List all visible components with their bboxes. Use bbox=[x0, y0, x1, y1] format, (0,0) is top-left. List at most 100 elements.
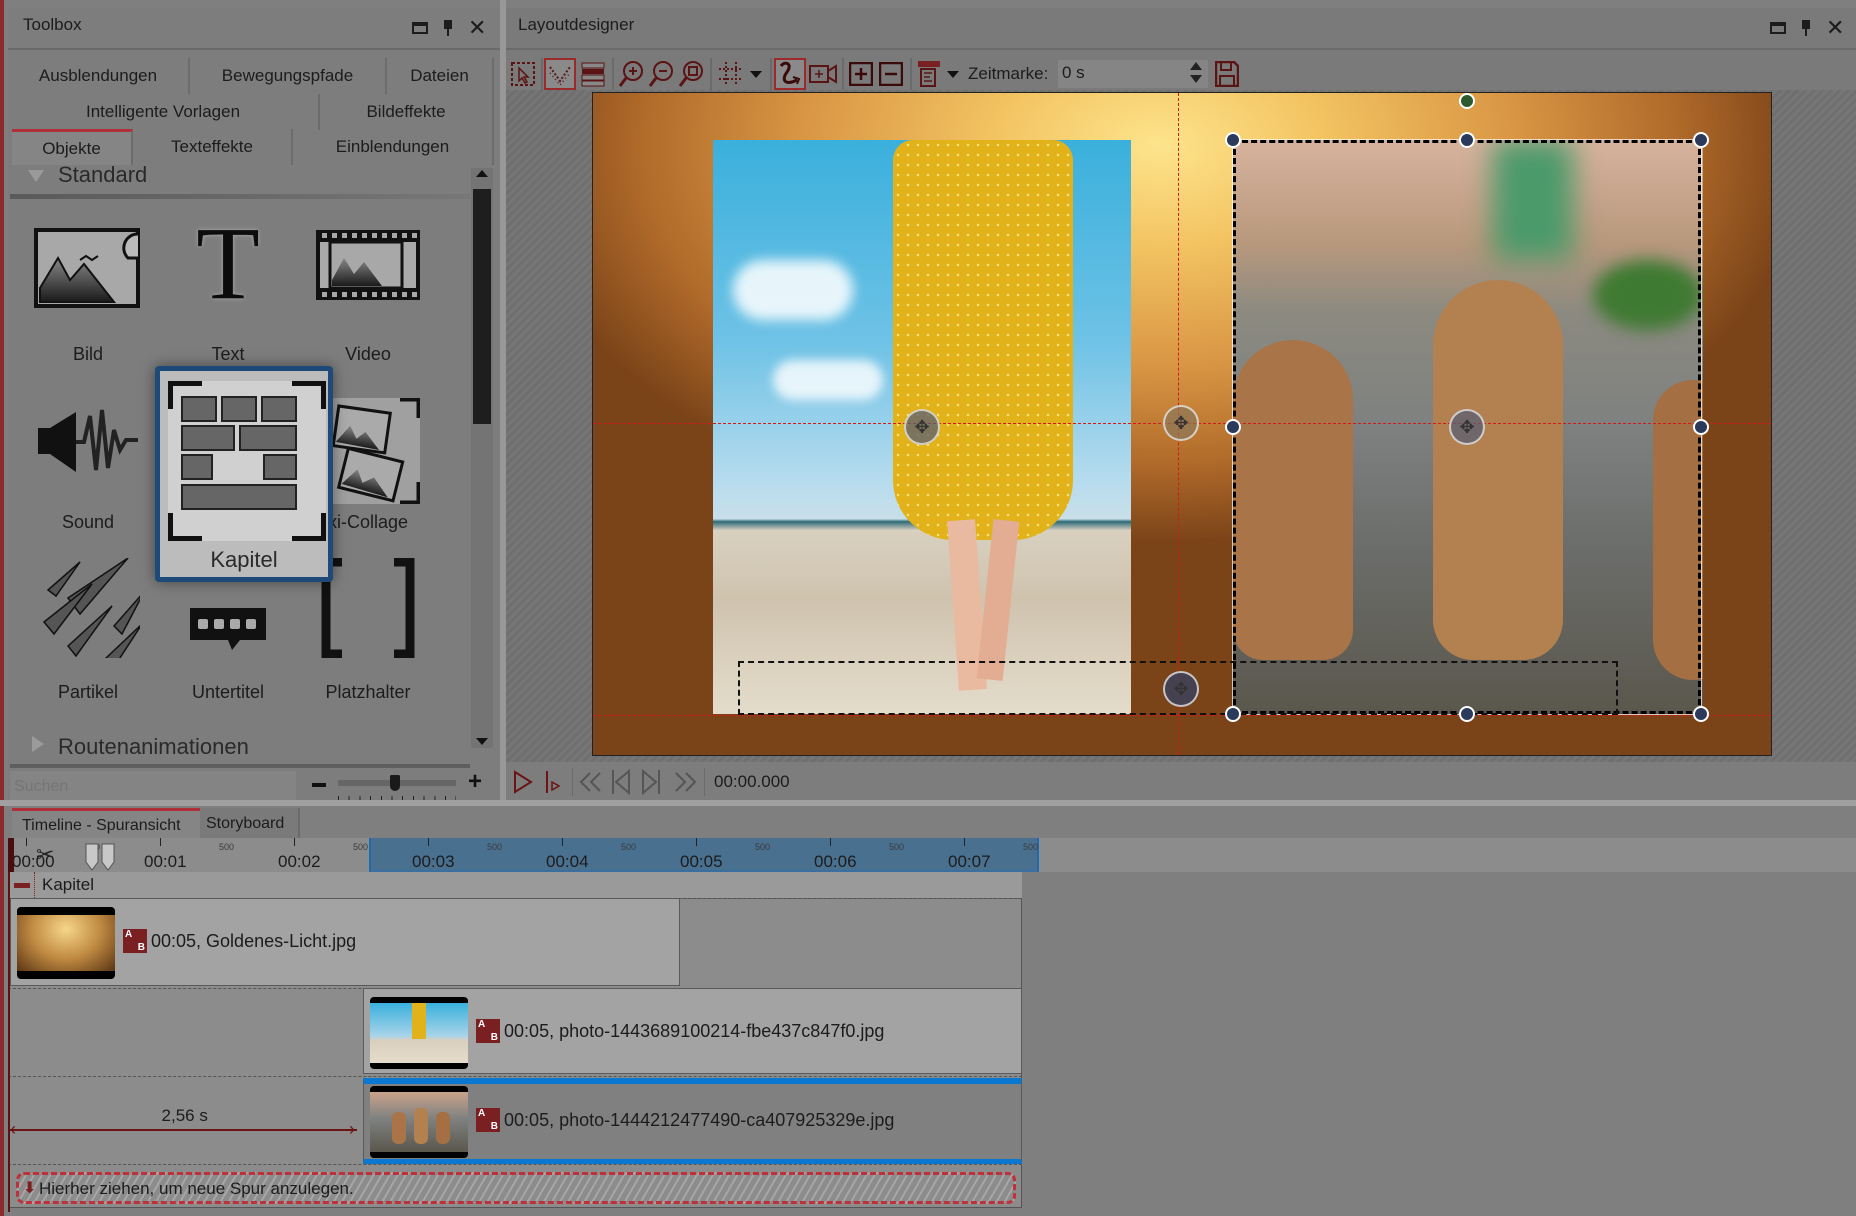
tab-intelligente-vorlagen[interactable]: Intelligente Vorlagen bbox=[8, 94, 320, 130]
curve-path-button[interactable] bbox=[774, 58, 806, 90]
tool-sound[interactable]: Sound bbox=[18, 398, 158, 538]
timeline-clip[interactable]: AB 00:05, Goldenes-Licht.jpg bbox=[10, 898, 680, 986]
collapse-chapter-icon[interactable] bbox=[14, 883, 30, 888]
dropdown-arrow-icon[interactable] bbox=[947, 70, 959, 78]
scissors-icon[interactable]: ✂ bbox=[36, 842, 54, 868]
play-from-cursor-icon[interactable] bbox=[544, 770, 562, 794]
ruler-tick bbox=[964, 838, 965, 846]
tool-kapitel[interactable]: Kapitel bbox=[155, 366, 333, 582]
ruler-minor-label: 500 bbox=[353, 842, 369, 852]
zoom-out-icon[interactable] bbox=[312, 783, 326, 787]
zoom-out-button[interactable] bbox=[646, 58, 676, 90]
scroll-down-icon[interactable] bbox=[476, 738, 488, 745]
resize-handle-right[interactable] bbox=[1693, 419, 1709, 435]
fast-forward-icon[interactable] bbox=[672, 770, 698, 794]
tab-texteffekte[interactable]: Texteffekte bbox=[133, 129, 293, 165]
layout-canvas[interactable] bbox=[592, 92, 1772, 756]
search-input[interactable] bbox=[10, 771, 296, 803]
zoom-fit-button[interactable] bbox=[676, 58, 706, 90]
timeline-clip[interactable]: AB 00:05, photo-1443689100214-fbe437c847… bbox=[363, 988, 1022, 1074]
maximize-icon[interactable] bbox=[1770, 22, 1786, 34]
resize-handle-bottom-left[interactable] bbox=[1225, 706, 1241, 722]
ruler-tick bbox=[160, 838, 161, 846]
timeline-clip-selected[interactable]: AB 00:05, photo-1444212477490-ca40792532… bbox=[363, 1078, 1022, 1164]
move-handle-chapter[interactable] bbox=[1163, 671, 1199, 707]
previous-frame-icon[interactable] bbox=[610, 768, 632, 796]
tab-timeline-spuransicht[interactable]: Timeline - Spuransicht bbox=[12, 808, 200, 840]
align-button[interactable] bbox=[914, 58, 962, 90]
layers-button[interactable] bbox=[578, 58, 608, 90]
tool-text[interactable]: T Text bbox=[158, 212, 298, 368]
tab-objekte[interactable]: Objekte bbox=[12, 129, 133, 165]
select-tool-button[interactable] bbox=[508, 58, 538, 90]
tab-einblendungen[interactable]: Einblendungen bbox=[293, 129, 494, 165]
resize-handle-bottom-right[interactable] bbox=[1693, 706, 1709, 722]
tool-label: Video bbox=[345, 344, 391, 364]
clip-thumbnail bbox=[370, 1086, 469, 1158]
horizontal-splitter[interactable] bbox=[0, 800, 1856, 806]
new-track-drop-zone[interactable]: ⬇ Hierher ziehen, um neue Spur anzulegen… bbox=[16, 1172, 1016, 1204]
move-handle-background[interactable] bbox=[1163, 405, 1199, 441]
tab-ausblendungen[interactable]: Ausblendungen bbox=[8, 58, 190, 94]
pin-icon[interactable] bbox=[442, 20, 454, 36]
tool-video[interactable]: Video bbox=[298, 228, 438, 368]
maximize-icon[interactable] bbox=[412, 22, 428, 34]
spin-down-icon[interactable] bbox=[1190, 75, 1202, 83]
grid-button[interactable] bbox=[714, 58, 766, 90]
resize-handle-top-left[interactable] bbox=[1225, 132, 1241, 148]
close-icon[interactable]: ✕ bbox=[468, 17, 486, 39]
remove-button[interactable] bbox=[876, 58, 906, 90]
toolbox-scrollbar[interactable] bbox=[471, 168, 493, 748]
section-routenanimationen[interactable]: Routenanimationen bbox=[58, 734, 249, 760]
move-handle-right-image[interactable] bbox=[1449, 409, 1485, 445]
tab-storyboard[interactable]: Storyboard bbox=[200, 808, 300, 840]
rotate-handle[interactable] bbox=[1459, 93, 1475, 109]
scrollbar-thumb[interactable] bbox=[473, 189, 491, 424]
section-standard[interactable]: Standard bbox=[58, 162, 147, 188]
offset-label: 2,56 s bbox=[161, 1106, 208, 1125]
transition-ab-icon[interactable]: AB bbox=[123, 929, 147, 953]
next-frame-icon[interactable] bbox=[640, 768, 662, 796]
ruler-tick-label: 00:07 bbox=[948, 852, 991, 871]
ruler-tick-label: 00:04 bbox=[546, 852, 589, 871]
ruler-tick-label: 00:06 bbox=[814, 852, 857, 871]
transition-ab-icon[interactable]: AB bbox=[476, 1019, 501, 1043]
add-button[interactable] bbox=[846, 58, 876, 90]
tool-label: Text bbox=[211, 344, 245, 364]
playhead[interactable] bbox=[8, 838, 14, 872]
camera-button[interactable] bbox=[808, 58, 838, 90]
zoom-slider[interactable] bbox=[338, 775, 456, 791]
chapter-label: Kapitel bbox=[42, 875, 94, 894]
ruler-tick bbox=[294, 838, 295, 846]
path-tool-button[interactable] bbox=[544, 58, 576, 90]
scroll-up-icon[interactable] bbox=[476, 170, 488, 177]
chapter-row[interactable]: Kapitel bbox=[8, 872, 1022, 899]
resize-handle-top[interactable] bbox=[1459, 132, 1475, 148]
move-handle-left-image[interactable] bbox=[904, 409, 940, 445]
expand-arrow-icon[interactable] bbox=[32, 736, 44, 752]
save-button[interactable] bbox=[1212, 58, 1242, 90]
tool-bild[interactable]: Bild bbox=[18, 228, 158, 368]
transition-ab-icon[interactable]: AB bbox=[476, 1108, 501, 1132]
dropdown-arrow-icon[interactable] bbox=[750, 70, 762, 78]
collapse-arrow-icon[interactable] bbox=[28, 170, 44, 182]
tab-dateien[interactable]: Dateien bbox=[387, 58, 494, 94]
tool-partikel[interactable]: Partikel bbox=[18, 558, 158, 702]
tab-bewegungspfade[interactable]: Bewegungspfade bbox=[190, 58, 387, 94]
timeline-ruler[interactable]: 00:0050000:0150000:0250000:0350000:04500… bbox=[8, 838, 1856, 872]
close-icon[interactable]: ✕ bbox=[1826, 17, 1844, 39]
spin-up-icon[interactable] bbox=[1190, 62, 1202, 70]
play-icon[interactable] bbox=[512, 770, 534, 794]
pin-icon[interactable] bbox=[1800, 20, 1812, 36]
zeitmarke-input[interactable]: 0 s bbox=[1058, 60, 1208, 88]
ruler-tick-label: 00:02 bbox=[278, 852, 321, 871]
zoom-in-button[interactable] bbox=[616, 58, 646, 90]
rewind-icon[interactable] bbox=[578, 770, 604, 794]
tab-bildeffekte[interactable]: Bildeffekte bbox=[320, 94, 494, 130]
zoom-slider-thumb[interactable] bbox=[389, 775, 400, 791]
resize-handle-bottom[interactable] bbox=[1459, 706, 1475, 722]
resize-handle-top-right[interactable] bbox=[1693, 132, 1709, 148]
resize-handle-left[interactable] bbox=[1225, 419, 1241, 435]
marker-icon[interactable] bbox=[84, 842, 118, 872]
zoom-in-icon[interactable]: + bbox=[468, 770, 482, 794]
